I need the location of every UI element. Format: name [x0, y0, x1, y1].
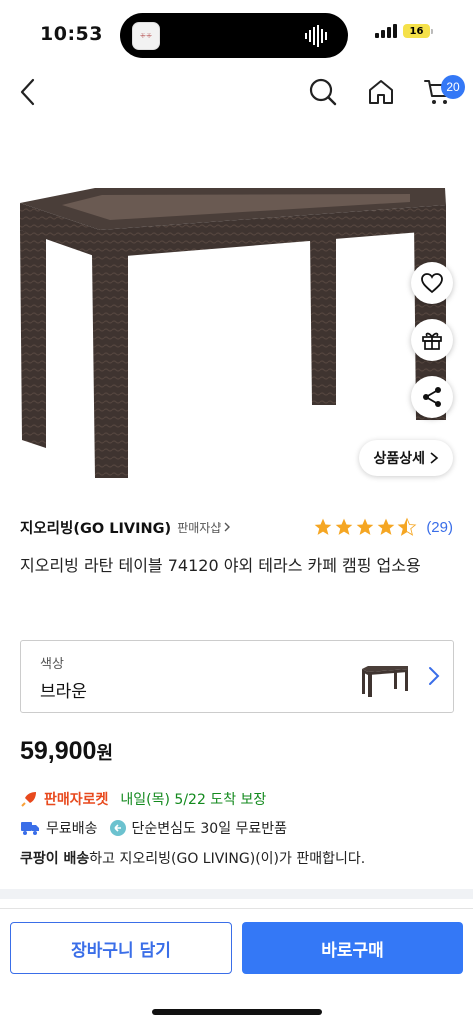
cart-button[interactable]: 20 [418, 72, 470, 112]
return-policy-text: 단순변심도 30일 무료반품 [131, 821, 288, 837]
share-button[interactable] [411, 376, 453, 418]
star-icon [335, 518, 353, 535]
price: 59,900원 [20, 737, 113, 766]
search-button[interactable] [303, 72, 343, 112]
product-image[interactable] [0, 150, 473, 490]
delivery-date: 내일(목) 5/22 도착 보장 [120, 792, 267, 808]
chevron-right-icon [429, 667, 440, 685]
seller-rocket-badge: 판매자로켓 [44, 792, 109, 808]
dynamic-island: ꔰꔰ [120, 13, 348, 58]
shipping-info-row: 무료배송 단순변심도 30일 무료반품 [20, 818, 287, 838]
option-value: 브라운 [40, 682, 87, 702]
nav-bar: 20 [0, 64, 473, 120]
battery-icon: 16 [403, 24, 433, 38]
home-button[interactable] [361, 72, 401, 112]
rocket-icon [21, 792, 36, 807]
star-icon [314, 518, 332, 535]
rattan-table-image [20, 188, 446, 478]
delivery-row: 판매자로켓 내일(목) 5/22 도착 보장 [20, 789, 266, 809]
star-icon [356, 518, 374, 535]
island-app-icon: ꔰꔰ [132, 22, 160, 50]
status-bar: 10:53 ꔰꔰ 16 [0, 0, 473, 60]
product-detail-label: 상품상세 [373, 451, 425, 467]
home-icon [369, 80, 393, 104]
status-time: 10:53 [40, 23, 103, 45]
signal-icon [375, 24, 397, 38]
seller-name[interactable]: 지오리빙(GO LIVING) [20, 517, 171, 538]
seller-shop-link[interactable]: 판매자샵 [177, 519, 231, 536]
back-arrow-icon [20, 78, 35, 106]
rating-count: (29) [426, 518, 453, 536]
search-icon [309, 78, 337, 106]
price-unit: 원 [96, 743, 114, 764]
product-title: 지오리빙 라탄 테이블 74120 야외 테라스 카페 캠핑 업소용 [20, 556, 421, 575]
add-to-cart-button[interactable]: 장바구니 담기 [10, 922, 232, 974]
chevron-right-icon [224, 522, 231, 532]
seller-note: 쿠팡이 배송하고 지오리빙(GO LIVING)(이)가 판매합니다. [20, 848, 365, 868]
back-button[interactable] [8, 72, 48, 112]
home-indicator [152, 1009, 322, 1015]
gift-icon [422, 332, 442, 350]
seller-note-rest: 하고 지오리빙(GO LIVING)(이)가 판매합니다. [89, 851, 366, 867]
battery-level: 16 [403, 24, 430, 38]
option-thumbnail [362, 666, 408, 697]
seller-shop-label: 판매자샵 [177, 520, 222, 535]
audio-wave-icon [305, 25, 327, 47]
truck-icon [21, 822, 39, 835]
color-option-selector[interactable]: 색상 브라운 [20, 640, 454, 713]
wishlist-button[interactable] [411, 262, 453, 304]
bottom-action-bar: 장바구니 담기 바로구매 [0, 908, 473, 1024]
star-icon [377, 518, 395, 535]
product-detail-button[interactable]: 상품상세 [359, 440, 453, 476]
option-label: 색상 [40, 657, 64, 672]
share-icon [423, 387, 441, 407]
section-divider [0, 889, 473, 899]
seller-rating-row: 지오리빙(GO LIVING) 판매자샵 (29) [20, 515, 453, 539]
price-amount: 59,900 [20, 737, 97, 765]
chevron-right-icon [430, 452, 439, 464]
buy-now-button[interactable]: 바로구매 [242, 922, 463, 974]
free-shipping-text: 무료배송 [46, 821, 98, 837]
half-star-icon [397, 517, 417, 536]
seller-note-bold: 쿠팡이 배송 [20, 851, 90, 867]
cart-count-badge: 20 [441, 75, 465, 99]
return-icon [109, 820, 126, 836]
rating-stars[interactable]: (29) [313, 517, 453, 537]
heart-icon [421, 273, 443, 294]
gift-button[interactable] [411, 319, 453, 361]
